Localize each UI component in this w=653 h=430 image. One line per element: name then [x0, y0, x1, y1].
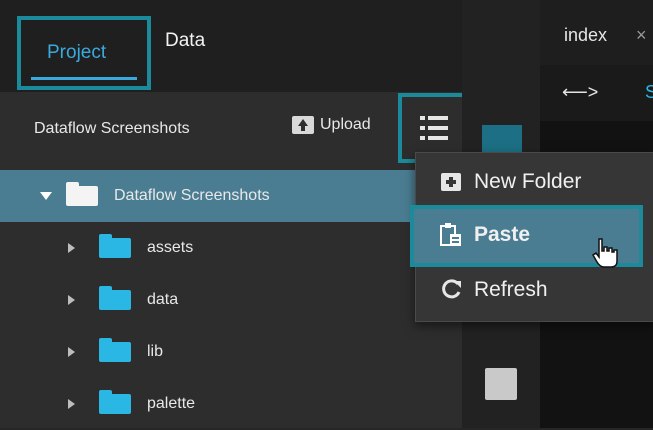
active-tab-indicator: [31, 77, 137, 80]
folder-icon: [66, 182, 98, 206]
close-tab-icon[interactable]: ×: [636, 25, 647, 46]
tree-item-label: lib: [147, 343, 164, 360]
upload-button[interactable]: Upload: [292, 116, 371, 134]
plus-box-icon: [440, 171, 462, 193]
hand-cursor-icon: [590, 237, 620, 274]
tab-project-label: Project: [47, 42, 107, 63]
tree-item-lib[interactable]: lib: [0, 326, 462, 378]
tab-data[interactable]: Data: [165, 30, 205, 52]
project-name: Dataflow Screenshots: [34, 120, 190, 137]
editor-nav-fragment: S: [645, 82, 653, 102]
paste-icon: [440, 223, 462, 246]
menu-item-label: New Folder: [474, 170, 582, 193]
collapsed-caret-icon: [68, 243, 75, 253]
collapsed-caret-icon: [68, 399, 75, 409]
expanded-caret-icon: [40, 192, 52, 200]
tree-item-label: assets: [147, 239, 194, 256]
menu-item-label: Paste: [474, 223, 531, 246]
folder-icon: [99, 286, 131, 310]
folder-icon: [99, 338, 131, 362]
tree-item-label: data: [147, 291, 179, 308]
upload-icon: [292, 116, 314, 134]
refresh-icon: [440, 279, 462, 301]
back-arrow-icon[interactable]: ⟵>: [562, 82, 598, 103]
tree-item-root[interactable]: Dataflow Screenshots: [0, 170, 462, 222]
menu-item-refresh[interactable]: Refresh: [440, 270, 548, 310]
collapsed-caret-icon: [68, 295, 75, 305]
menu-item-paste[interactable]: Paste: [440, 215, 530, 255]
tree-item-palette[interactable]: palette: [0, 378, 462, 430]
tree-item-assets[interactable]: assets: [0, 222, 462, 274]
menu-item-new-folder[interactable]: New Folder: [440, 162, 581, 202]
upload-label: Upload: [320, 116, 371, 133]
tree-item-label: Dataflow Screenshots: [114, 187, 270, 204]
tab-project[interactable]: Project: [17, 16, 151, 90]
list-menu-icon: [419, 116, 448, 140]
menu-item-label: Refresh: [474, 278, 548, 301]
tree-item-label: palette: [147, 395, 196, 412]
collapsed-caret-icon: [68, 347, 75, 357]
folder-icon: [99, 234, 131, 258]
tree-item-data[interactable]: data: [0, 274, 462, 326]
folder-icon: [99, 390, 131, 414]
editor-tab-index[interactable]: index: [564, 25, 607, 46]
stop-button[interactable]: [485, 368, 517, 400]
